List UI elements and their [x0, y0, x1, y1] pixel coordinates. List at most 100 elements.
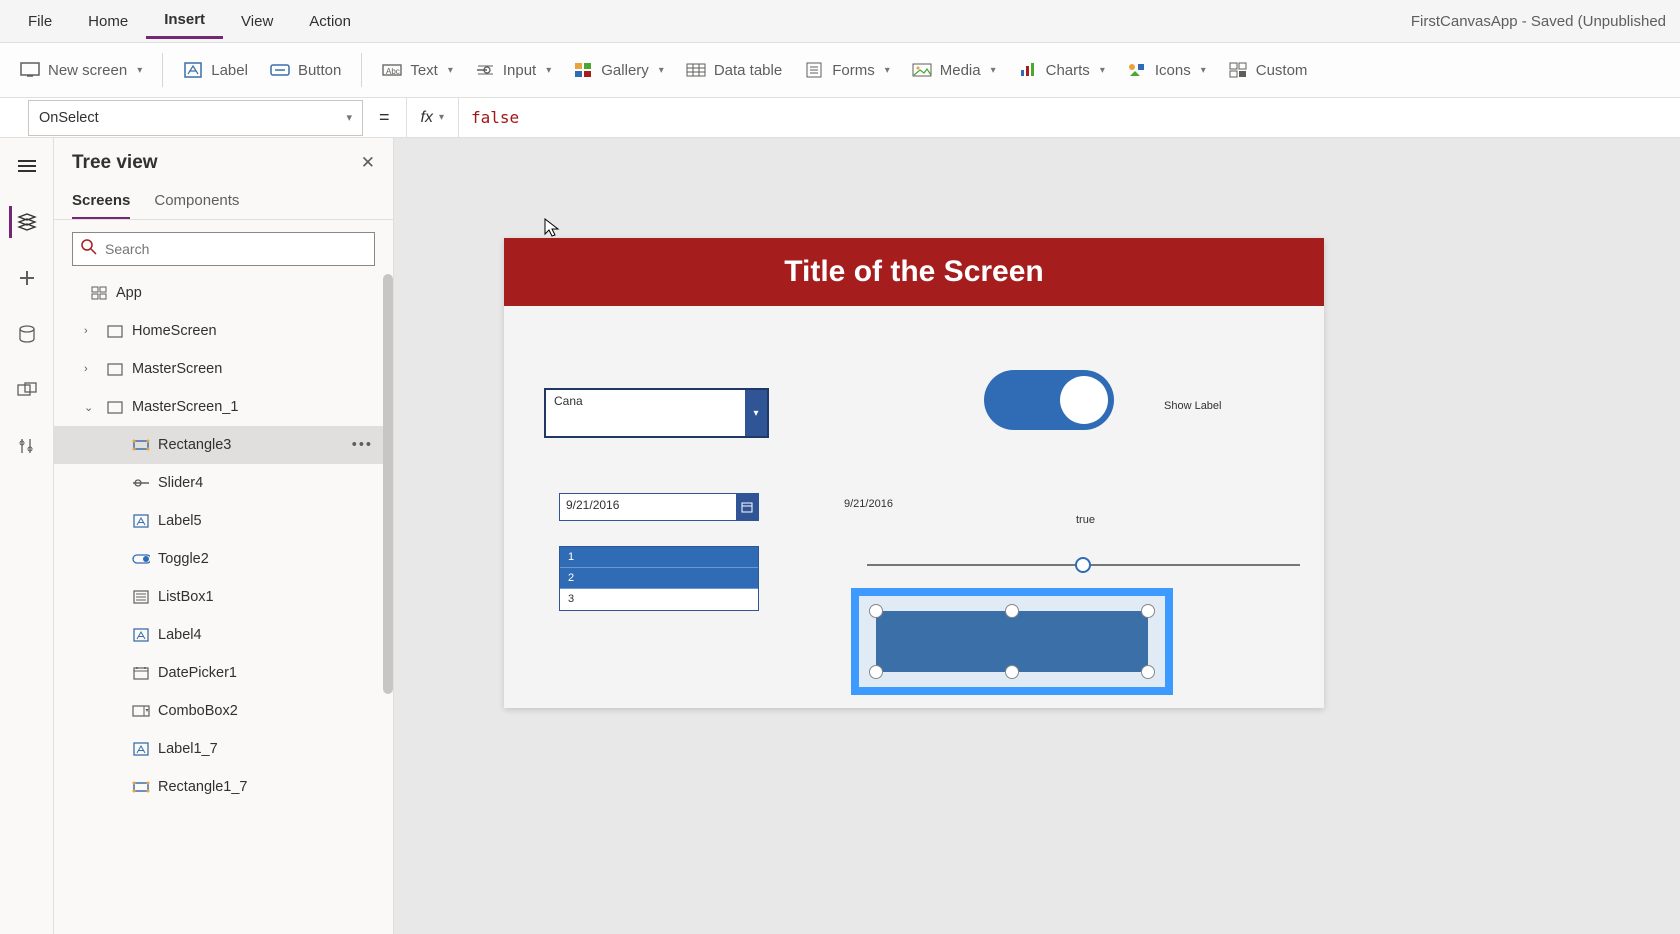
- menu-insert[interactable]: Insert: [146, 3, 223, 39]
- chevron-icon[interactable]: ›: [84, 325, 98, 337]
- media-icon: [912, 60, 932, 80]
- tree-view-icon[interactable]: [9, 206, 41, 238]
- toggle-icon: [132, 550, 150, 568]
- menu-action[interactable]: Action: [291, 5, 369, 38]
- menu-view[interactable]: View: [223, 5, 291, 38]
- fx-label: fx: [421, 109, 433, 127]
- forms-button[interactable]: Forms ▾: [794, 54, 900, 86]
- more-icon[interactable]: •••: [352, 437, 373, 453]
- resize-handle[interactable]: [1141, 665, 1155, 679]
- chevron-down-icon[interactable]: ▾: [745, 390, 767, 436]
- tree-item-toggle2[interactable]: Toggle2: [54, 540, 393, 578]
- forms-label: Forms: [832, 62, 875, 79]
- chevron-icon[interactable]: ›: [84, 363, 98, 375]
- combobox-value: Cana: [546, 390, 745, 436]
- input-button[interactable]: Input ▾: [465, 54, 561, 86]
- screen-icon: [106, 360, 124, 378]
- date-label-text[interactable]: 9/21/2016: [844, 498, 893, 510]
- tree-item-homescreen[interactable]: ›HomeScreen: [54, 312, 393, 350]
- tree-item-label: Label5: [158, 513, 202, 529]
- tree-item-masterscreen_1[interactable]: ⌄MasterScreen_1: [54, 388, 393, 426]
- screen-icon: [106, 322, 124, 340]
- resize-handle[interactable]: [869, 604, 883, 618]
- list-item[interactable]: 2: [560, 568, 758, 589]
- tree-item-label: ComboBox2: [158, 703, 238, 719]
- listbox-control[interactable]: 1 2 3: [559, 546, 759, 611]
- tree-item-listbox1[interactable]: ListBox1: [54, 578, 393, 616]
- tree-item-label1_7[interactable]: Label1_7: [54, 730, 393, 768]
- app-title: FirstCanvasApp - Saved (Unpublished: [1411, 13, 1670, 30]
- datepicker-control[interactable]: 9/21/2016: [559, 493, 759, 521]
- tab-screens[interactable]: Screens: [72, 184, 130, 219]
- property-selector[interactable]: OnSelect ▾: [28, 100, 363, 136]
- hamburger-icon[interactable]: [11, 150, 43, 182]
- scrollbar-thumb[interactable]: [383, 274, 393, 694]
- menu-file[interactable]: File: [10, 5, 70, 38]
- rectangle-fill: [876, 611, 1148, 672]
- true-label-text[interactable]: true: [1076, 514, 1095, 526]
- screen-title-bar[interactable]: Title of the Screen: [504, 238, 1324, 306]
- input-label: Input: [503, 62, 536, 79]
- resize-handle[interactable]: [1005, 665, 1019, 679]
- resize-handle[interactable]: [1141, 604, 1155, 618]
- tree-item-combobox2[interactable]: ComboBox2: [54, 692, 393, 730]
- tree-item-label: Rectangle1_7: [158, 779, 248, 795]
- selected-rectangle[interactable]: [851, 588, 1173, 695]
- tree-item-datepicker1[interactable]: DatePicker1: [54, 654, 393, 692]
- tab-components[interactable]: Components: [154, 184, 239, 219]
- left-rail: [0, 138, 54, 934]
- text-button[interactable]: Abc Text ▾: [372, 54, 463, 86]
- custom-button[interactable]: Custom: [1218, 54, 1318, 86]
- property-value: OnSelect: [39, 110, 99, 126]
- list-item[interactable]: 3: [560, 589, 758, 610]
- tree-item-masterscreen[interactable]: › MasterScreen: [54, 350, 393, 388]
- resize-handle[interactable]: [869, 665, 883, 679]
- tree-item-label: MasterScreen: [132, 361, 222, 377]
- canvas-area[interactable]: Title of the Screen Cana ▾ Show Label 9/…: [394, 138, 1680, 934]
- label-icon: [132, 626, 150, 644]
- fx-button[interactable]: fx ▾: [406, 98, 459, 138]
- data-table-icon: [686, 60, 706, 80]
- data-table-button[interactable]: Data table: [676, 54, 792, 86]
- tree-item-app[interactable]: App: [54, 274, 393, 312]
- tree-item-label4[interactable]: Label4: [54, 616, 393, 654]
- insert-ribbon: New screen ▾ Label Button Abc Text ▾ Inp…: [0, 42, 1680, 98]
- data-table-label: Data table: [714, 62, 782, 79]
- charts-button[interactable]: Charts ▾: [1008, 54, 1115, 86]
- design-canvas[interactable]: Title of the Screen Cana ▾ Show Label 9/…: [504, 238, 1324, 708]
- toggle-control[interactable]: [984, 370, 1114, 430]
- close-icon[interactable]: ✕: [361, 153, 375, 173]
- formula-input[interactable]: [459, 99, 1680, 137]
- show-label-text[interactable]: Show Label: [1164, 400, 1222, 412]
- calendar-icon[interactable]: [736, 494, 758, 520]
- search-box[interactable]: [72, 232, 375, 266]
- media-button[interactable]: Media ▾: [902, 54, 1006, 86]
- tree-item-rectangle3[interactable]: Rectangle3•••: [54, 426, 393, 464]
- tree-item-label5[interactable]: Label5: [54, 502, 393, 540]
- advanced-tools-icon[interactable]: [11, 430, 43, 462]
- button-label: Button: [298, 62, 341, 79]
- button-button[interactable]: Button: [260, 54, 351, 86]
- charts-label: Charts: [1046, 62, 1090, 79]
- menu-home[interactable]: Home: [70, 5, 146, 38]
- media-rail-icon[interactable]: [11, 374, 43, 406]
- insert-icon[interactable]: [11, 262, 43, 294]
- ribbon-divider: [162, 53, 163, 87]
- icons-button[interactable]: Icons ▾: [1117, 54, 1216, 86]
- data-icon[interactable]: [11, 318, 43, 350]
- slider-thumb[interactable]: [1075, 557, 1091, 573]
- chevron-icon[interactable]: ⌄: [84, 401, 98, 414]
- gallery-button[interactable]: Gallery ▾: [563, 54, 674, 86]
- slider-control[interactable]: [867, 564, 1300, 566]
- custom-icon: [1228, 60, 1248, 80]
- resize-handle[interactable]: [1005, 604, 1019, 618]
- search-input[interactable]: [105, 241, 366, 257]
- list-item[interactable]: 1: [560, 547, 758, 568]
- tree-item-label: ListBox1: [158, 589, 214, 605]
- scrollbar[interactable]: [383, 274, 393, 734]
- new-screen-button[interactable]: New screen ▾: [10, 54, 152, 86]
- label-button[interactable]: Label: [173, 54, 258, 86]
- tree-item-slider4[interactable]: Slider4: [54, 464, 393, 502]
- tree-item-rectangle1_7[interactable]: Rectangle1_7: [54, 768, 393, 806]
- combobox-control[interactable]: Cana ▾: [544, 388, 769, 438]
